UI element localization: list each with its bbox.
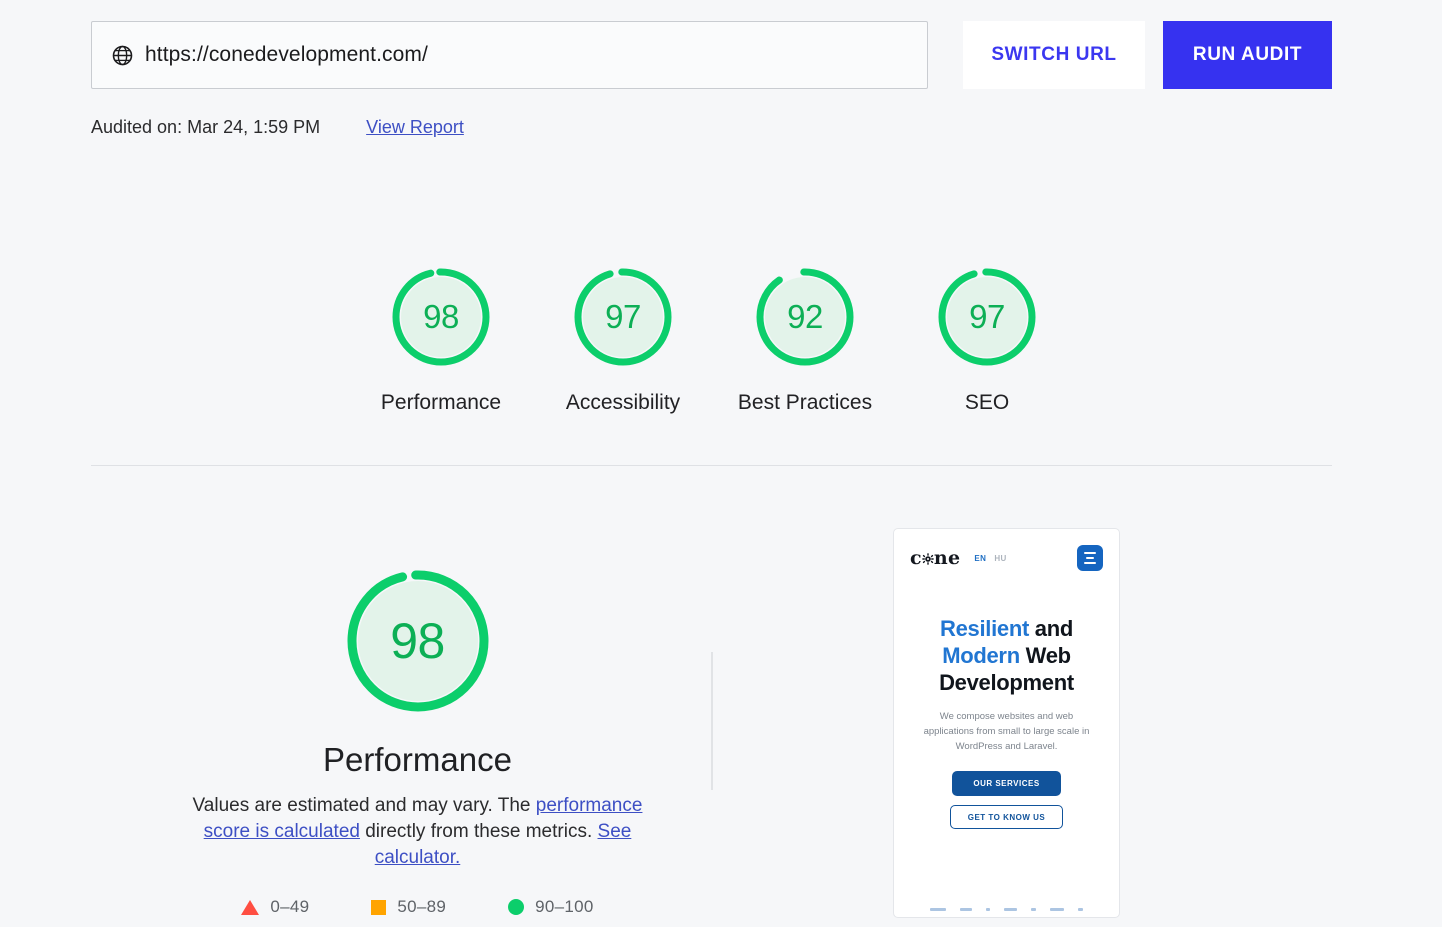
text-fragment <box>1050 908 1064 911</box>
score-value: 97 <box>605 298 641 335</box>
gauge-ring: 92 <box>753 265 857 369</box>
text-fragment <box>1078 908 1083 911</box>
hero-word-development: Development <box>939 670 1074 695</box>
score-value: 98 <box>423 298 459 335</box>
gauge-ring: 97 <box>571 265 675 369</box>
text-fragment <box>1004 908 1017 911</box>
gauge-ring: 97 <box>935 265 1039 369</box>
preview-hero-subtitle: We compose websites and web applications… <box>923 711 1090 752</box>
score-label: Best Practices <box>737 391 873 414</box>
score-gauge-accessibility[interactable]: 97 Accessibility <box>532 265 714 415</box>
preview-hero: Resilient and Modern Web Development We … <box>894 587 1119 829</box>
section-divider <box>91 465 1332 466</box>
get-to-know-us-button[interactable]: GET TO KNOW US <box>950 805 1063 829</box>
hamburger-bar <box>1084 562 1096 564</box>
text-fragment <box>1031 908 1036 911</box>
page-screenshot-preview: c ne EN HU Resilient and Modern Web Deve… <box>893 528 1120 918</box>
performance-title: Performance <box>323 741 512 778</box>
score-gauge-seo[interactable]: 97 SEO <box>896 265 1078 415</box>
text-fragment <box>930 908 946 911</box>
triangle-icon <box>241 899 260 915</box>
switch-url-button[interactable]: SWITCH URL <box>963 21 1145 89</box>
legend-range: 0–49 <box>270 897 310 916</box>
view-report-link[interactable]: View Report <box>366 117 464 138</box>
language-toggle[interactable]: EN HU <box>974 554 1006 563</box>
hero-word-and: and <box>1028 616 1074 641</box>
url-input-field[interactable]: https://conedevelopment.com/ <box>91 21 928 89</box>
vertical-divider <box>711 652 713 790</box>
cog-icon <box>922 548 934 565</box>
language-option-en[interactable]: EN <box>974 554 986 563</box>
hamburger-bar <box>1084 552 1096 554</box>
score-legend: 0–49 50–89 90–100 <box>241 897 593 917</box>
score-value: 97 <box>969 298 1005 335</box>
hero-word-resilient: Resilient <box>939 616 1029 641</box>
performance-gauge-large: 98 <box>342 565 494 717</box>
score-value: 92 <box>787 298 823 335</box>
language-option-hu[interactable]: HU <box>994 554 1006 563</box>
logo-text-after: ne <box>933 547 961 569</box>
legend-range: 90–100 <box>535 897 594 916</box>
preview-hero-title: Resilient and Modern Web Development <box>908 615 1105 696</box>
legend-range: 50–89 <box>397 897 447 916</box>
score-gauge-performance[interactable]: 98 Performance <box>350 265 532 415</box>
square-icon <box>371 899 387 915</box>
score-gauge-best-practices[interactable]: 92 Best Practices <box>714 265 896 415</box>
hero-word-modern: Modern <box>942 643 1020 668</box>
text-fragment <box>960 908 972 911</box>
text-fragment <box>986 908 990 911</box>
preview-site-header: c ne EN HU <box>894 529 1119 587</box>
gauge-ring: 98 <box>389 265 493 369</box>
description-text-part-2: directly from these metrics. <box>359 821 598 842</box>
legend-item-fail: 0–49 <box>241 897 309 917</box>
legend-item-average: 50–89 <box>371 897 446 917</box>
globe-icon <box>112 45 133 66</box>
preview-footer-text-fragment <box>894 908 1119 911</box>
audited-on-text: Audited on: Mar 24, 1:59 PM <box>91 117 321 137</box>
logo-text-before: c <box>910 547 922 569</box>
performance-detail: 98 Performance Values are estimated and … <box>110 565 725 917</box>
score-label: SEO <box>964 391 1010 414</box>
hamburger-bar <box>1086 557 1094 559</box>
run-audit-button[interactable]: RUN AUDIT <box>1163 21 1332 89</box>
score-label: Performance <box>380 391 502 414</box>
toolbar: https://conedevelopment.com/ SWITCH URL … <box>0 0 1442 95</box>
performance-description: Values are estimated and may vary. The p… <box>168 793 668 871</box>
preview-hero-buttons: OUR SERVICES GET TO KNOW US <box>908 771 1105 829</box>
cone-logo: c ne <box>910 547 960 569</box>
score-gauges: 98 Performance 97 Accessibility 92 Best … <box>350 265 1078 415</box>
audit-meta-row: Audited on: Mar 24, 1:59 PM View Report <box>91 117 464 138</box>
score-label: Accessibility <box>565 391 681 414</box>
circle-icon <box>508 899 525 915</box>
performance-score-value: 98 <box>390 613 445 669</box>
url-value[interactable]: https://conedevelopment.com/ <box>145 43 428 67</box>
our-services-button[interactable]: OUR SERVICES <box>952 771 1061 796</box>
hero-word-web: Web <box>1019 643 1071 668</box>
hamburger-menu-icon[interactable] <box>1077 545 1103 571</box>
legend-item-pass: 90–100 <box>508 897 594 917</box>
description-text-part-1: Values are estimated and may vary. The <box>192 795 536 816</box>
